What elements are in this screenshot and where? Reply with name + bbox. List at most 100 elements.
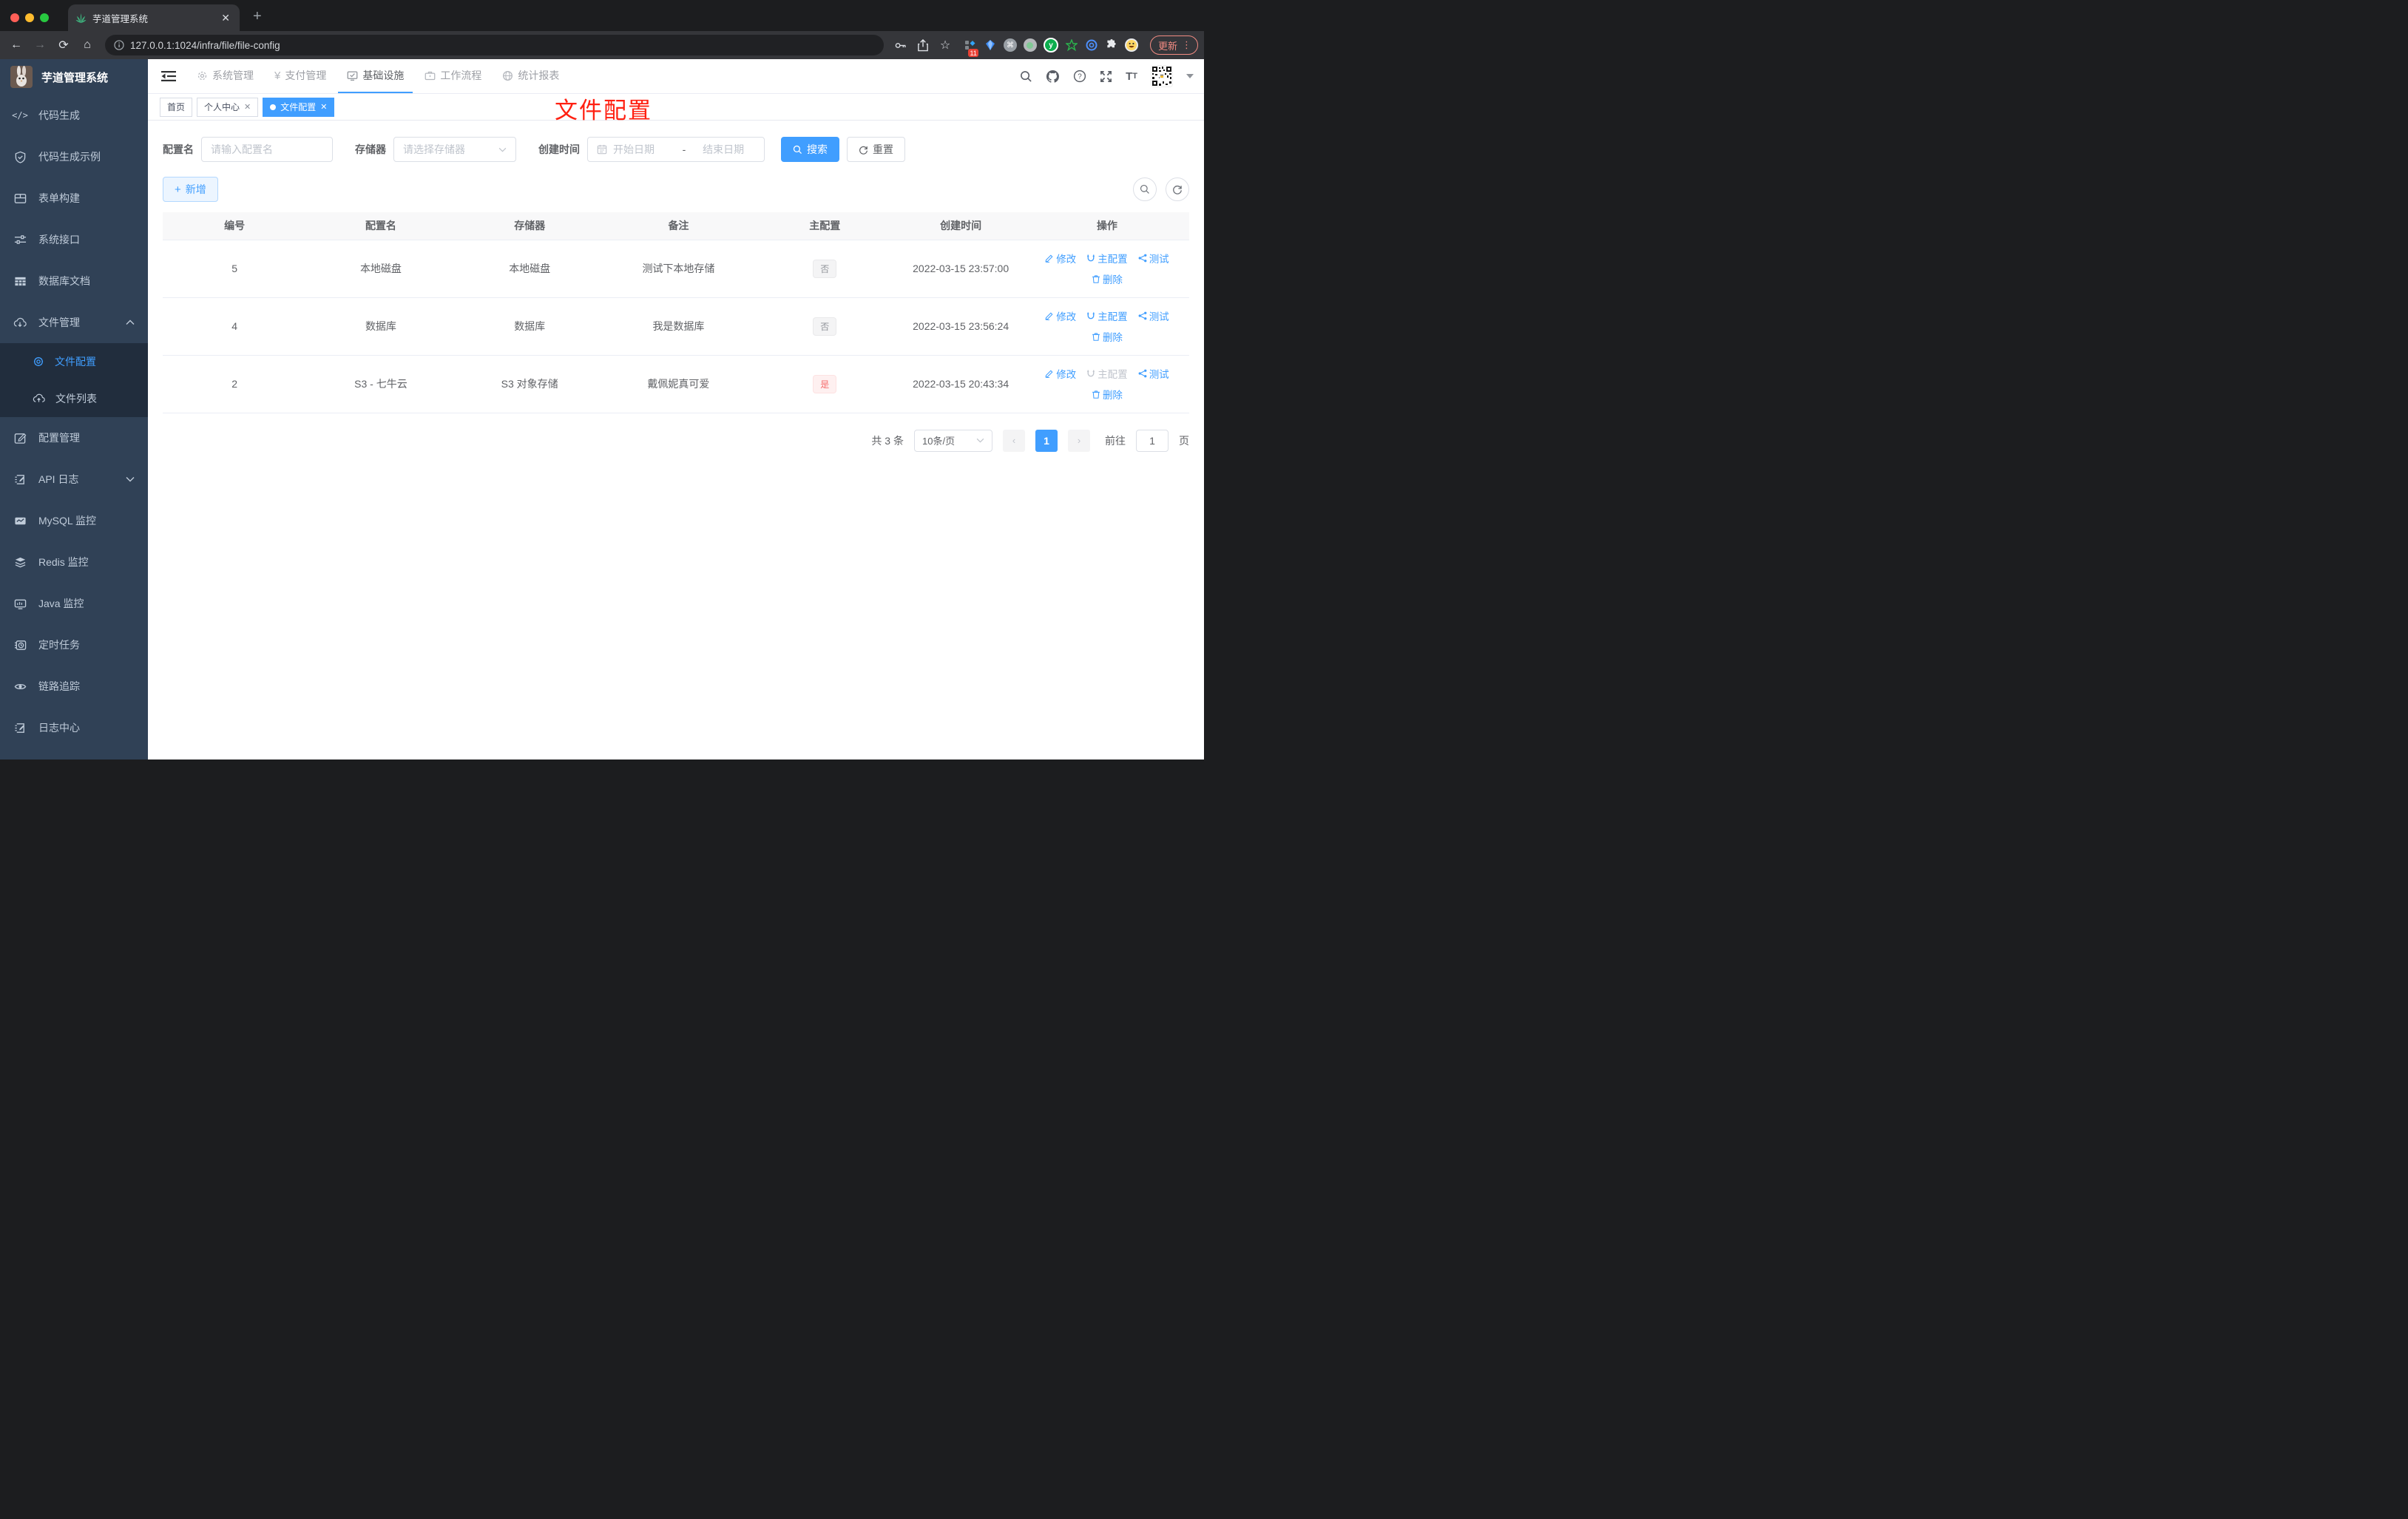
sidebar-item-code-generation[interactable]: </> 代码生成 (0, 95, 148, 136)
help-icon[interactable]: ? (1073, 70, 1086, 83)
log-edit-icon (13, 722, 27, 734)
delete-link[interactable]: 删除 (1092, 271, 1123, 286)
user-avatar-qr[interactable] (1151, 65, 1173, 87)
sidebar-item-config-management[interactable]: 配置管理 (0, 417, 148, 459)
config-name-input[interactable] (211, 143, 323, 155)
next-page-button[interactable]: › (1068, 429, 1090, 452)
extension-dot-icon[interactable] (1023, 38, 1037, 52)
sidebar-item-code-example[interactable]: 代码生成示例 (0, 136, 148, 177)
sidebar-item-form-builder[interactable]: 表单构建 (0, 177, 148, 219)
close-window-button[interactable] (10, 13, 19, 22)
back-icon[interactable]: ← (6, 38, 27, 52)
forward-icon[interactable]: → (30, 38, 50, 52)
page-size-select[interactable]: 10条/页 (914, 429, 992, 452)
goto-page-input[interactable] (1136, 429, 1169, 452)
fullscreen-icon[interactable] (1100, 70, 1112, 83)
pencil-icon (1045, 370, 1053, 378)
home-icon[interactable]: ⌂ (77, 38, 98, 52)
minimize-window-button[interactable] (25, 13, 34, 22)
col-name: 配置名 (306, 212, 456, 240)
extension-emoji-icon[interactable] (1124, 38, 1138, 52)
date-range-picker[interactable]: 开始日期 - 结束日期 (587, 137, 765, 162)
extension-command-icon[interactable]: ⌘ (1003, 38, 1017, 52)
nav-item-system[interactable]: 系统管理 (188, 59, 263, 93)
end-date-placeholder[interactable]: 结束日期 (691, 142, 755, 157)
sidebar-item-tracing[interactable]: 链路追踪 (0, 666, 148, 707)
edit-link[interactable]: 修改 (1045, 251, 1076, 265)
delete-link[interactable]: 删除 (1092, 329, 1123, 344)
new-tab-button[interactable]: + (247, 7, 268, 27)
sidebar-item-scheduled-jobs[interactable]: 定时任务 (0, 624, 148, 666)
edit-link[interactable]: 修改 (1045, 308, 1076, 323)
zoom-window-button[interactable] (40, 13, 49, 22)
tag-close-icon[interactable]: ✕ (244, 102, 251, 112)
sidebar-item-mysql-monitor[interactable]: MySQL 监控 (0, 500, 148, 541)
delete-link[interactable]: 删除 (1092, 387, 1123, 402)
search-icon (1140, 184, 1149, 194)
nav-item-workflow[interactable]: 工作流程 (416, 59, 490, 93)
extension-gem-icon[interactable] (984, 38, 997, 52)
col-storage: 存储器 (455, 212, 604, 240)
bookmark-star-icon[interactable]: ☆ (936, 38, 955, 53)
master-config-link[interactable]: 主配置 (1086, 308, 1128, 323)
share-icon[interactable] (913, 38, 933, 52)
test-link[interactable]: 测试 (1138, 366, 1169, 381)
collapse-sidebar-icon[interactable] (148, 59, 188, 93)
tag-home[interactable]: 首页 (160, 97, 193, 117)
add-button[interactable]: + 新增 (163, 177, 218, 202)
reload-icon[interactable]: ⟳ (53, 38, 74, 53)
address-bar[interactable]: 127.0.0.1:1024/infra/file/file-config (105, 35, 884, 55)
search-button[interactable]: 搜索 (781, 137, 839, 162)
nav-item-payment[interactable]: ¥ 支付管理 (266, 59, 335, 93)
file-management-submenu: 文件配置 文件列表 (0, 343, 148, 417)
github-icon[interactable] (1046, 70, 1060, 84)
storage-select[interactable]: 请选择存储器 (393, 137, 516, 162)
app-logo[interactable]: 芋道管理系统 (0, 59, 148, 95)
sidebar-item-log-center[interactable]: 日志中心 (0, 707, 148, 748)
tag-profile[interactable]: 个人中心 ✕ (197, 97, 259, 117)
sidebar-item-api-log[interactable]: API 日志 (0, 459, 148, 500)
password-key-icon[interactable] (891, 39, 910, 52)
sidebar: 芋道管理系统 </> 代码生成 代码生成示例 表单构建 系统接口 数据库文档 文… (0, 59, 148, 760)
chrome-update-button[interactable]: 更新 ⋮ (1149, 35, 1198, 55)
tab-close-icon[interactable]: ✕ (219, 12, 232, 24)
sidebar-item-system-api[interactable]: 系统接口 (0, 219, 148, 260)
nav-item-reports[interactable]: 统计报表 (493, 59, 568, 93)
config-name-field (201, 137, 333, 162)
site-info-icon[interactable] (114, 40, 124, 50)
current-page-button[interactable]: 1 (1035, 429, 1058, 452)
test-link[interactable]: 测试 (1138, 308, 1169, 323)
table-row: 5 本地磁盘 本地磁盘 测试下本地存储 否 2022-03-15 23:57:0… (163, 240, 1189, 298)
show-search-toggle-button[interactable] (1133, 177, 1157, 201)
nav-item-infrastructure[interactable]: 基础设施 (338, 59, 413, 93)
browser-menu-icon[interactable]: ⋮ (1182, 39, 1191, 51)
master-config-link[interactable]: 主配置 (1086, 251, 1128, 265)
reset-button[interactable]: 重置 (847, 137, 905, 162)
refresh-table-button[interactable] (1166, 177, 1189, 201)
extensions-puzzle-icon[interactable] (1105, 38, 1118, 52)
tag-close-icon[interactable]: ✕ (320, 102, 327, 112)
tab-title: 芋道管理系统 (92, 13, 149, 24)
app-window: 芋道管理系统 </> 代码生成 代码生成示例 表单构建 系统接口 数据库文档 文… (0, 59, 1204, 760)
extension-tabs-icon[interactable]: 11 (964, 38, 979, 57)
font-size-icon[interactable]: TT (1126, 70, 1137, 83)
edit-link[interactable]: 修改 (1045, 366, 1076, 381)
extension-star-icon[interactable] (1065, 38, 1078, 52)
sidebar-item-java-monitor[interactable]: Java 监控 (0, 583, 148, 624)
browser-tab[interactable]: 芋道管理系统 ✕ (68, 4, 240, 31)
tag-file-config[interactable]: 文件配置 ✕ (263, 97, 335, 117)
pencil-icon (1045, 254, 1053, 263)
prev-page-button[interactable]: ‹ (1003, 429, 1025, 452)
sidebar-item-db-doc[interactable]: 数据库文档 (0, 260, 148, 302)
extension-y-icon[interactable]: y (1043, 38, 1058, 53)
avatar-dropdown-caret-icon[interactable] (1186, 74, 1194, 78)
search-icon[interactable] (1020, 70, 1032, 83)
test-link[interactable]: 测试 (1138, 251, 1169, 265)
extension-circle-icon[interactable] (1085, 38, 1098, 52)
sidebar-item-file-list[interactable]: 文件列表 (0, 380, 148, 417)
sidebar-item-file-config[interactable]: 文件配置 (0, 343, 148, 380)
sidebar-item-file-management[interactable]: 文件管理 (0, 302, 148, 343)
start-date-placeholder[interactable]: 开始日期 (613, 142, 677, 157)
share-nodes-icon (1138, 254, 1147, 263)
sidebar-item-redis-monitor[interactable]: Redis 监控 (0, 541, 148, 583)
